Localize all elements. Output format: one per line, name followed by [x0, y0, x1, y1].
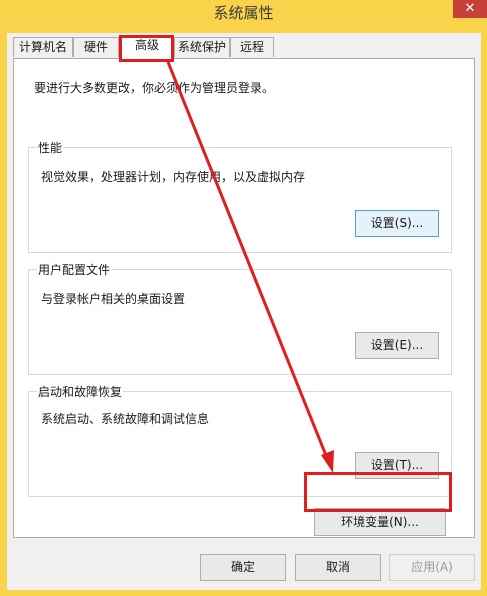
performance-group-title: 性能: [37, 139, 64, 156]
user-profiles-settings-button[interactable]: 设置(E)...: [355, 332, 439, 359]
apply-button[interactable]: 应用(A): [389, 554, 475, 581]
user-profiles-group: 用户配置文件 与登录帐户相关的桌面设置 设置(E)...: [28, 261, 452, 375]
tab-advanced[interactable]: 高级: [120, 35, 174, 59]
startup-recovery-settings-button[interactable]: 设置(T)...: [355, 452, 439, 479]
advanced-tab-panel: 要进行大多数更改，你必须作为管理员登录。 性能 视觉效果，处理器计划，内存使用，…: [13, 58, 475, 538]
tab-computer-name[interactable]: 计算机名: [13, 37, 73, 57]
startup-recovery-group: 启动和故障恢复 系统启动、系统故障和调试信息 设置(T)...: [28, 383, 452, 497]
tab-system-protection[interactable]: 系统保护: [174, 37, 230, 57]
performance-group: 性能 视觉效果，处理器计划，内存使用，以及虚拟内存 设置(S)...: [28, 139, 452, 253]
cancel-button[interactable]: 取消: [295, 554, 381, 581]
dialog-client-area: 计算机名 硬件 高级 系统保护 远程 要进行大多数更改，你必须作为管理员登录。 …: [7, 33, 481, 590]
startup-recovery-description: 系统启动、系统故障和调试信息: [41, 412, 210, 426]
performance-settings-button[interactable]: 设置(S)...: [355, 210, 439, 237]
environment-variables-button[interactable]: 环境变量(N)...: [314, 508, 446, 536]
system-properties-window: 系统属性 ✕ 计算机名 硬件 高级 系统保护 远程 要进行大多数更改，你必须作为…: [0, 0, 487, 596]
user-profiles-description: 与登录帐户相关的桌面设置: [41, 292, 186, 306]
window-title: 系统属性: [213, 4, 274, 22]
user-profiles-group-title: 用户配置文件: [37, 261, 112, 278]
tab-remote[interactable]: 远程: [230, 37, 274, 57]
startup-recovery-group-title: 启动和故障恢复: [37, 383, 124, 400]
tab-hardware[interactable]: 硬件: [73, 37, 119, 57]
admin-notice: 要进行大多数更改，你必须作为管理员登录。: [34, 81, 275, 95]
close-icon[interactable]: ✕: [453, 0, 487, 18]
performance-description: 视觉效果，处理器计划，内存使用，以及虚拟内存: [41, 170, 306, 184]
ok-button[interactable]: 确定: [200, 554, 286, 581]
title-bar: 系统属性 ✕: [0, 0, 487, 24]
